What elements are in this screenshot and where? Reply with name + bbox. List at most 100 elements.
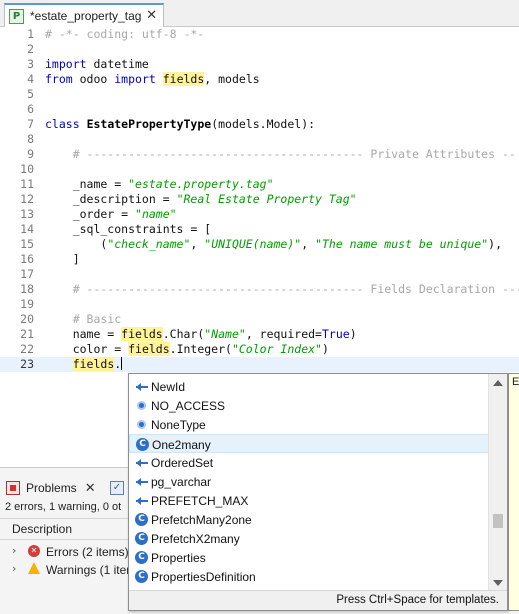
code-line[interactable]: 13 _order = "name": [0, 207, 519, 222]
code-token: .: [114, 357, 122, 371]
tasks-icon[interactable]: ✓: [110, 481, 124, 495]
code-token: fields: [162, 72, 205, 86]
autocomplete-item[interactable]: NO_ACCESS: [129, 396, 489, 415]
autocomplete-item[interactable]: NewId: [129, 377, 489, 396]
line-number: 20: [20, 312, 34, 326]
autocomplete-item[interactable]: OrderedSet: [129, 453, 489, 472]
code-line[interactable]: 7 class EstatePropertyType(models.Model):: [0, 117, 519, 132]
close-icon[interactable]: ✕: [146, 8, 157, 23]
autocomplete-item[interactable]: C PrefetchMany2one: [129, 510, 489, 529]
code-line[interactable]: 5: [0, 87, 519, 102]
scroll-down-icon[interactable]: [493, 580, 503, 586]
code-line[interactable]: 20 # Basic: [0, 312, 519, 327]
code-line[interactable]: 4 from odoo import fields, models: [0, 72, 519, 87]
code-text: class EstatePropertyType(models.Model):: [45, 117, 315, 132]
code-text: # Basic: [45, 312, 121, 327]
code-text: _order = "name": [45, 207, 177, 222]
chevron-right-icon[interactable]: ›: [12, 544, 16, 557]
code-line[interactable]: 2: [0, 42, 519, 57]
code-token: "estate.property.tag": [128, 177, 274, 191]
code-token: .Char(: [162, 327, 205, 341]
autocomplete-item-selected[interactable]: C One2many: [129, 434, 489, 453]
line-number: 18: [20, 282, 34, 296]
code-line[interactable]: 9 # ------------------------------------…: [0, 147, 519, 162]
code-token: ): [321, 342, 329, 356]
field-icon: [135, 475, 148, 488]
line-number: 5: [27, 87, 34, 101]
problems-summary: 2 errors, 1 warning, 0 ot: [5, 501, 122, 513]
scrollbar-thumb[interactable]: [493, 514, 503, 528]
code-line[interactable]: 16 ]: [0, 252, 519, 267]
line-number: 13: [20, 207, 34, 221]
code-line[interactable]: 12 _description = "Real Estate Property …: [0, 192, 519, 207]
autocomplete-item-label: Properties: [151, 551, 206, 565]
autocomplete-list[interactable]: NewId NO_ACCESS NoneType C One2many OrderedSe…: [129, 374, 489, 592]
autocomplete-item-label: PREFETCH_MAX: [151, 494, 249, 508]
code-text: fields.: [45, 357, 123, 372]
line-number: 17: [20, 267, 34, 281]
editor-tab[interactable]: P *estate_property_tag ✕: [4, 3, 164, 27]
code-line[interactable]: 22 color = fields.Integer("Color Index"): [0, 342, 519, 357]
code-token: "UNIQUE(name)": [204, 237, 302, 251]
code-line[interactable]: 3 import datetime: [0, 57, 519, 72]
code-text: _name = "estate.property.tag": [45, 177, 274, 192]
code-line-current[interactable]: 23 fields.: [0, 357, 519, 372]
code-line[interactable]: 15 ("check_name", "UNIQUE(name)", "The n…: [0, 237, 519, 252]
code-line[interactable]: 1 # -*- coding: utf-8 -*-: [0, 27, 519, 42]
autocomplete-item-label: OrderedSet: [151, 456, 214, 470]
code-line[interactable]: 8: [0, 132, 519, 147]
code-token: odoo: [72, 72, 115, 86]
code-line[interactable]: 17: [0, 267, 519, 282]
class-icon: C: [135, 513, 148, 526]
code-line[interactable]: 11 _name = "estate.property.tag": [0, 177, 519, 192]
line-number: 16: [20, 252, 34, 266]
autocomplete-item[interactable]: C PropertiesDefinition: [129, 567, 489, 586]
scroll-up-icon[interactable]: [493, 380, 503, 386]
error-icon: ✕: [28, 545, 40, 557]
class-icon: C: [135, 532, 148, 545]
tab-problems[interactable]: Problems ✕: [6, 476, 96, 500]
autocomplete-item[interactable]: PREFETCH_MAX: [129, 491, 489, 510]
code-line[interactable]: 19: [0, 297, 519, 312]
line-number: 21: [20, 327, 34, 341]
autocomplete-item-label: PrefetchMany2one: [151, 513, 252, 527]
autocomplete-item[interactable]: NoneType: [129, 415, 489, 434]
code-line[interactable]: 14 _sql_constraints = [: [0, 222, 519, 237]
close-icon[interactable]: ✕: [85, 481, 96, 496]
autocomplete-status-text: Press Ctrl+Space for templates.: [336, 594, 499, 606]
class-icon: C: [136, 438, 149, 451]
warning-icon: [28, 562, 40, 574]
code-token: "name": [135, 207, 177, 221]
code-token: "Color Index": [231, 342, 322, 356]
code-token: datetime: [86, 57, 149, 71]
autocomplete-item[interactable]: pg_varchar: [129, 472, 489, 491]
autocomplete-item-label: One2many: [152, 438, 211, 452]
autocomplete-item[interactable]: C Properties: [129, 548, 489, 567]
code-text: from odoo import fields, models: [45, 72, 260, 87]
line-number: 12: [20, 192, 34, 206]
code-text: # -*- coding: utf-8 -*-: [45, 27, 204, 42]
code-line[interactable]: 6: [0, 102, 519, 117]
autocomplete-popup: NewId NO_ACCESS NoneType C One2many OrderedSe…: [128, 373, 508, 611]
code-line[interactable]: 10: [0, 162, 519, 177]
line-number: 15: [20, 237, 34, 251]
autocomplete-item-label: PrefetchX2many: [151, 532, 240, 546]
editor-tab-bar: P *estate_property_tag ✕: [0, 0, 519, 27]
chevron-right-icon[interactable]: ›: [12, 562, 16, 575]
code-line[interactable]: 18 # -----------------------------------…: [0, 282, 519, 297]
autocomplete-status-bar: Press Ctrl+Space for templates.: [129, 590, 507, 610]
problems-group-label: Errors (2 items): [46, 545, 129, 559]
autocomplete-item[interactable]: C PrefetchX2many: [129, 529, 489, 548]
tab-problems-label: Problems: [26, 481, 77, 495]
constant-icon: [137, 401, 146, 410]
code-line[interactable]: 21 name = fields.Char("Name", required=T…: [0, 327, 519, 342]
code-text: color = fields.Integer("Color Index"): [45, 342, 329, 357]
autocomplete-scrollbar[interactable]: [488, 374, 507, 592]
code-token: "Real Estate Property Tag": [176, 192, 357, 206]
code-token: ),: [488, 237, 503, 251]
code-token: # Basic: [45, 312, 122, 326]
code-text: # --------------------------------------…: [45, 147, 516, 162]
field-icon: [135, 380, 148, 393]
